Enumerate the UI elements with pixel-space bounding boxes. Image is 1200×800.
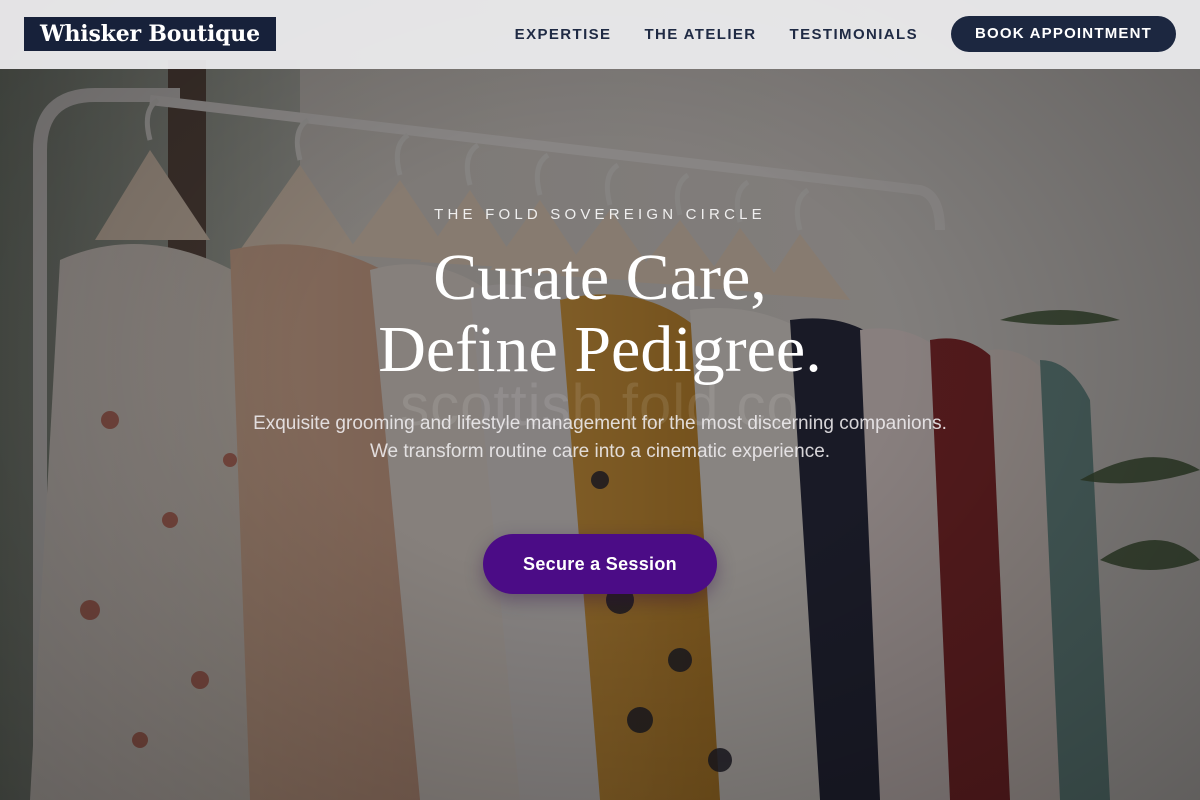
secure-session-button[interactable]: Secure a Session xyxy=(483,534,717,594)
hero-subtext: Exquisite grooming and lifestyle managem… xyxy=(253,413,947,462)
hero-headline: Curate Care, Define Pedigree. xyxy=(0,242,1200,386)
hero-section: THE FOLD SOVEREIGN CIRCLE Curate Care, D… xyxy=(0,0,1200,800)
hero-headline-line1: Curate Care, xyxy=(433,241,767,314)
hero-eyebrow: THE FOLD SOVEREIGN CIRCLE xyxy=(434,206,766,223)
